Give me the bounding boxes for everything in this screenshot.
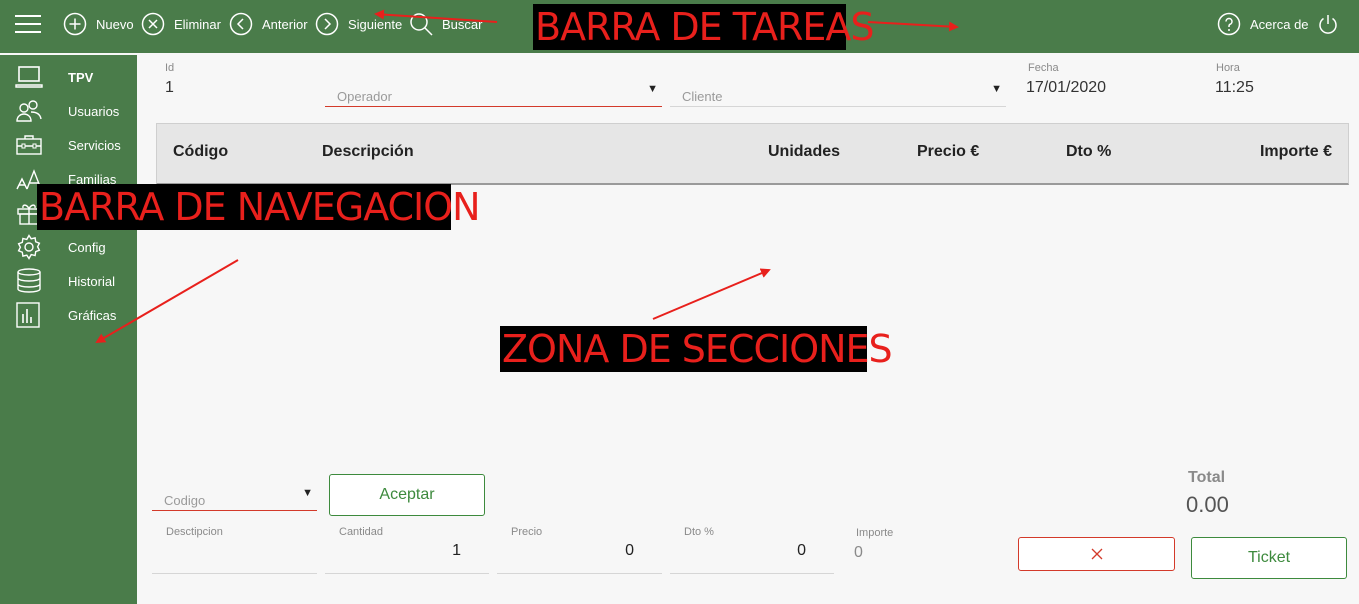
description-label: Desctipcion [166,526,223,538]
column-header-amount[interactable]: Importe € [1260,143,1332,161]
arrow-to-sections [652,268,771,320]
client-select[interactable]: Cliente ▼ [670,73,1006,107]
menu-button[interactable] [14,11,42,37]
sidebar-item-label: Gráficas [68,307,117,323]
quantity-label: Cantidad [339,526,384,538]
time-label: Hora [1216,62,1240,74]
discount-label: Dto % [684,526,714,538]
quantity-field[interactable]: Cantidad 1 [325,526,489,574]
about-label: Acerca de [1250,16,1309,32]
discount-field[interactable]: Dto % 0 [670,526,834,574]
date-label: Fecha [1028,62,1059,74]
column-header-description[interactable]: Descripción [322,143,414,161]
sidebar-item-servicios[interactable]: Servicios [0,128,137,162]
column-header-code[interactable]: Código [173,143,228,161]
hamburger-menu-icon [15,15,41,33]
sidebar-item-label: TPV [68,69,94,85]
quantity-value: 1 [452,542,461,559]
sidebar-item-config[interactable]: Config [0,230,137,264]
sidebar-item-usuarios[interactable]: Usuarios [0,94,137,128]
caret-down-icon: ▼ [302,487,313,499]
help-circle-icon [1217,12,1241,36]
price-value: 0 [625,542,634,559]
accept-button[interactable]: Aceptar [329,474,485,516]
operator-placeholder: Operador [337,89,392,104]
description-field[interactable]: Desctipcion [152,526,317,574]
next-button[interactable]: Siguiente [315,11,402,37]
users-icon [16,100,42,122]
id-value: 1 [165,79,174,96]
total-value: 0.00 [1186,492,1229,517]
column-header-price[interactable]: Precio € [917,143,979,161]
date-value[interactable]: 17/01/2020 [1026,79,1106,97]
power-icon [1319,15,1337,34]
code-select[interactable]: Codigo ▼ [152,477,317,511]
bar-chart-icon [16,302,40,328]
sidebar-item-graficas[interactable]: Gráficas [0,298,137,332]
annotation-navbar: BARRA DE NAVEGACION [37,184,481,230]
new-button[interactable]: Nuevo [63,11,134,37]
search-button[interactable]: Buscar [409,11,482,37]
time-value[interactable]: 11:25 [1215,79,1254,97]
close-icon [1091,548,1102,560]
laptop-icon [15,66,43,88]
search-label: Buscar [442,16,483,32]
operator-select[interactable]: Operador ▼ [325,73,662,107]
sidebar-item-historial[interactable]: Historial [0,264,137,298]
id-label: Id [165,62,175,74]
items-table-header: Código Descripción Unidades Precio € Dto… [156,123,1349,185]
column-header-discount[interactable]: Dto % [1066,143,1111,161]
new-label: Nuevo [96,16,134,32]
sidebar-item-label: Usuarios [68,103,120,119]
amount-label: Importe [856,527,894,539]
sidebar-item-label: Config [68,239,106,255]
chevron-left-circle-icon [229,12,253,36]
delete-button[interactable]: Eliminar [141,11,221,37]
plus-circle-icon [63,12,87,36]
sidebar-item-tpv[interactable]: TPV [0,60,137,94]
amount-value: 0 [854,544,863,561]
discount-value: 0 [797,542,806,559]
briefcase-icon [16,135,42,155]
sidebar-item-label: Historial [68,273,115,289]
column-header-units[interactable]: Unidades [768,143,840,161]
caret-down-icon: ▼ [991,83,1002,95]
previous-button[interactable]: Anterior [229,11,308,37]
database-icon [17,268,41,293]
total-label: Total [1188,469,1226,486]
close-circle-icon [141,12,165,36]
about-button[interactable]: Acerca de [1217,11,1309,37]
code-placeholder: Codigo [164,493,206,508]
annotation-sections: ZONA DE SECCIONES [500,326,893,372]
price-label: Precio [511,526,543,538]
previous-label: Anterior [262,16,308,32]
gear-icon [17,234,41,260]
annotation-taskbar: BARRA DE TAREAS [533,4,875,50]
power-button[interactable] [1317,11,1339,37]
ticket-button[interactable]: Ticket [1191,537,1347,579]
cancel-button[interactable] [1018,537,1175,571]
client-placeholder: Cliente [682,89,723,104]
caret-down-icon: ▼ [647,83,658,95]
sidebar-item-label: Servicios [68,137,121,153]
price-field[interactable]: Precio 0 [497,526,662,574]
delete-label: Eliminar [174,16,221,32]
next-label: Siguiente [348,16,403,32]
navigation-sidebar: TPV Usuarios Servicios Familias Config H… [0,55,137,604]
chevron-right-circle-icon [315,12,339,36]
search-icon [410,13,433,36]
